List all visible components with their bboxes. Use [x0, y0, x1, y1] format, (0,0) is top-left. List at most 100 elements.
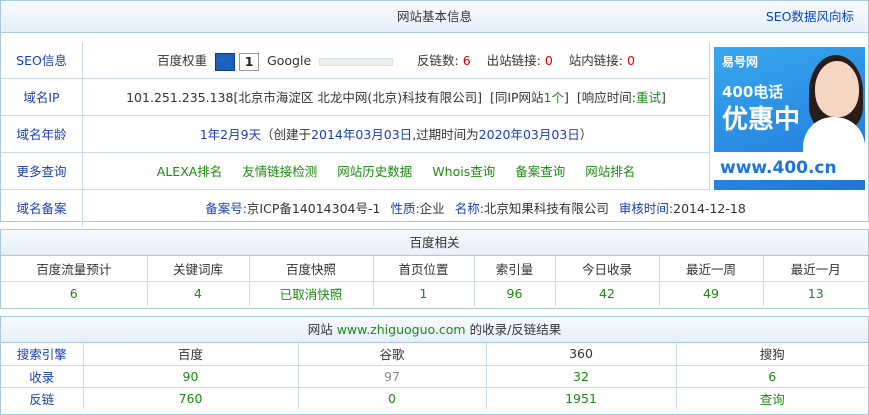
engine-360-header: 360: [486, 343, 677, 366]
backlink-label: 反链: [1, 387, 84, 409]
seo-info-label: SEO信息: [1, 42, 83, 78]
baidu-today-value[interactable]: 42: [555, 281, 660, 306]
backlink-google[interactable]: 0: [298, 387, 487, 409]
backlinks-value: 6: [462, 53, 471, 68]
ad-cell: 易号网 400电话 优惠中 www.400.cn: [709, 42, 868, 190]
icp-label: 域名备案: [1, 190, 83, 227]
baidu-index-value[interactable]: 96: [474, 281, 556, 306]
icp-date: 2014-12-18: [673, 201, 746, 216]
baidu-snapshot-value[interactable]: 已取消快照: [249, 281, 374, 306]
google-label: Google: [267, 53, 312, 68]
friend-link-check[interactable]: 友情链接检测: [242, 164, 317, 179]
baidu-header-cell: 最近一月: [763, 256, 868, 282]
resp-retry-link[interactable]: 重试: [636, 90, 661, 105]
backlink-baidu[interactable]: 760: [83, 387, 299, 409]
table-row: 收录 90 97 32 6: [1, 365, 868, 388]
engine-google-header: 谷歌: [298, 343, 487, 366]
google-pr-bar: [319, 57, 394, 66]
index-domain: www.zhiguoguo.com: [336, 322, 466, 337]
icp-name: 北京知果科技有限公司: [483, 201, 609, 216]
ip-address: 101.251.235.138: [126, 90, 234, 105]
ad-url: www.400.cn: [720, 158, 837, 178]
outlinks-value: 0: [544, 53, 553, 68]
inlinks-label: 站内链接:: [568, 53, 623, 68]
baidu-weight-label: 百度权重: [157, 53, 208, 68]
icp-query-link[interactable]: 备案查询: [515, 164, 565, 179]
created-date: 2014年03月03日: [311, 127, 413, 142]
baidu-month-value[interactable]: 13: [763, 281, 868, 306]
table-row: 搜索引擎 百度 谷歌 360 搜狗: [1, 343, 868, 366]
paw-icon: 🐾: [215, 52, 236, 71]
more-query-label: 更多查询: [1, 153, 83, 189]
index-title-post: 的收录/反链结果: [469, 322, 562, 337]
ip-row: 域名IP 101.251.235.138[北京市海淀区 北龙中网(北京)科技有限…: [1, 79, 709, 116]
icp-row: 域名备案 备案号:京ICP备14014304号-1 性质:企业 名称:北京知果科技有…: [1, 190, 868, 227]
more-query-row: 更多查询 ALEXA排名 友情链接检测 网站历史数据 Whois查询 备案查询 …: [1, 153, 709, 190]
indexed-google[interactable]: 97: [298, 365, 487, 388]
more-query-links: ALEXA排名 友情链接检测 网站历史数据 Whois查询 备案查询 网站排名: [83, 153, 709, 189]
index-title-pre: 网站: [307, 322, 333, 337]
engine-header: 搜索引擎: [1, 343, 84, 366]
seo-info-row: SEO信息 百度权重 🐾 1 Google 反链数: 6 出站链接: 0 站内链接: 0: [1, 42, 709, 79]
icp-no-label: 备案号:: [205, 201, 247, 216]
age-post: ）: [579, 127, 593, 142]
domain-age-row: 域名年龄 1年2月9天（创建于2014年03月03日,过期时间为2020年03月…: [1, 116, 709, 153]
baidu-header: 百度相关: [1, 230, 868, 256]
baidu-keywords-value[interactable]: 4: [147, 281, 250, 306]
baidu-home-position-value: 1: [373, 281, 475, 306]
domain-age-value: 1年2月9天（创建于2014年03月03日,过期时间为2020年03月03日）: [83, 116, 709, 152]
baidu-header-cell: 百度流量预计: [1, 256, 148, 282]
engine-baidu-header: 百度: [83, 343, 299, 366]
ad-person-face: [815, 61, 859, 117]
table-row: 6 4 已取消快照 1 96 42 49 13: [1, 281, 868, 306]
engine-sogou-header: 搜狗: [676, 343, 868, 366]
ad-banner[interactable]: 易号网 400电话 优惠中 www.400.cn: [714, 47, 865, 190]
backlink-sogou[interactable]: 查询: [676, 387, 868, 409]
baidu-table: 百度流量预计 关键词库 百度快照 首页位置 索引量 今日收录 最近一周 最近一月…: [1, 256, 868, 306]
same-ip-post: ]: [564, 90, 569, 105]
ad-brand: 易号网: [722, 55, 759, 69]
inlinks-value: 0: [626, 53, 635, 68]
expire-pre: ,过期时间为: [412, 127, 479, 142]
alexa-link[interactable]: ALEXA排名: [157, 164, 223, 179]
site-info-panel: 网站基本信息 SEO数据风向标 SEO信息 百度权重 🐾 1 Google 反链数…: [0, 0, 869, 227]
site-info-body: SEO信息 百度权重 🐾 1 Google 反链数: 6 出站链接: 0 站内链接: 0…: [1, 42, 868, 227]
baidu-header-cell: 最近一周: [659, 256, 764, 282]
index-panel: 网站 www.zhiguoguo.com 的收录/反链结果 搜索引擎 百度 谷歌…: [0, 316, 869, 415]
same-ip-link[interactable]: 1个: [544, 90, 564, 105]
baidu-header-cell: 索引量: [474, 256, 556, 282]
table-row: 百度流量预计 关键词库 百度快照 首页位置 索引量 今日收录 最近一周 最近一月: [1, 256, 868, 282]
site-info-title: 网站基本信息: [396, 9, 472, 24]
backlinks-label: 反链数:: [417, 53, 459, 68]
index-table: 搜索引擎 百度 谷歌 360 搜狗 收录 90 97 32 6 反链 760 0…: [1, 343, 868, 409]
icp-date-label: 审核时间:: [618, 201, 674, 216]
baidu-traffic-value: 6: [1, 281, 148, 306]
expire-date: 2020年03月03日: [478, 127, 580, 142]
baidu-header-cell: 今日收录: [555, 256, 660, 282]
history-data-link[interactable]: 网站历史数据: [337, 164, 412, 179]
indexed-360[interactable]: 32: [486, 365, 677, 388]
baidu-week-value[interactable]: 49: [659, 281, 764, 306]
seo-trend-link[interactable]: SEO数据风向标: [766, 1, 854, 33]
whois-link[interactable]: Whois查询: [432, 164, 495, 179]
baidu-header-cell: 关键词库: [147, 256, 250, 282]
indexed-label: 收录: [1, 365, 84, 388]
created-pre: （创建于: [261, 127, 312, 142]
same-ip-pre: [同IP网站: [489, 90, 544, 105]
icp-nature-label: 性质:: [390, 201, 420, 216]
ip-value: 101.251.235.138[北京市海淀区 北龙中网(北京)科技有限公司] […: [83, 79, 709, 115]
baidu-panel: 百度相关 百度流量预计 关键词库 百度快照 首页位置 索引量 今日收录 最近一周…: [0, 229, 869, 309]
seo-info-value: 百度权重 🐾 1 Google 反链数: 6 出站链接: 0 站内链接: 0: [83, 42, 709, 78]
baidu-header-cell: 百度快照: [249, 256, 374, 282]
indexed-baidu[interactable]: 90: [83, 365, 299, 388]
backlink-360[interactable]: 1951: [486, 387, 677, 409]
ip-label: 域名IP: [1, 79, 83, 115]
site-info-header: 网站基本信息 SEO数据风向标: [1, 1, 868, 33]
indexed-sogou[interactable]: 6: [676, 365, 868, 388]
resp-pre: [响应时间:: [576, 90, 636, 105]
site-rank-link[interactable]: 网站排名: [585, 164, 635, 179]
icp-nature: 企业: [419, 201, 445, 216]
index-header: 网站 www.zhiguoguo.com 的收录/反链结果: [1, 317, 868, 343]
icp-no: 京ICP备14014304号-1: [246, 201, 381, 216]
domain-age-label: 域名年龄: [1, 116, 83, 152]
